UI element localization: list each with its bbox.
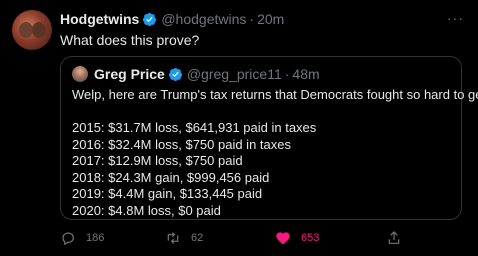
author-avatar[interactable] xyxy=(12,10,52,50)
quoted-text-line: 2015: $31.7M loss, $641,931 paid in taxe… xyxy=(72,120,317,135)
quoted-text-line: 2016: $32.4M loss, $750 paid in taxes xyxy=(72,136,291,152)
quoted-text-line: 2017: $12.9M loss, $750 paid xyxy=(72,153,243,168)
header-separator: · xyxy=(249,11,255,27)
reply-button[interactable]: 186 xyxy=(60,230,104,246)
more-options-button[interactable]: ··· xyxy=(447,10,464,26)
quoted-text-line: 2018: $24.3M gain, $999,456 paid xyxy=(72,169,270,185)
heart-icon xyxy=(276,232,290,245)
retweet-button[interactable]: 62 xyxy=(165,230,203,246)
tweet-timestamp[interactable]: 20m xyxy=(257,11,284,27)
quoted-author-avatar[interactable] xyxy=(72,66,88,82)
quoted-text-line: 2020: $4.8M loss, $0 paid xyxy=(72,202,221,218)
quoted-header-separator: · xyxy=(284,66,290,82)
quoted-tweet-text: Welp, here are Trump's tax returns that … xyxy=(72,87,478,219)
verified-badge-icon xyxy=(168,67,182,81)
tweet[interactable]: Hodgetwins @hodgetwins · 20m ··· What do… xyxy=(0,0,478,256)
quoted-author-name[interactable]: Greg Price xyxy=(94,66,165,82)
quoted-tweet-timestamp[interactable]: 48m xyxy=(292,66,319,82)
quoted-text-line xyxy=(72,104,478,121)
reply-count: 186 xyxy=(86,232,105,244)
author-name[interactable]: Hodgetwins xyxy=(60,11,139,27)
quoted-author-handle[interactable]: @greg_price11 xyxy=(187,66,282,82)
quoted-tweet[interactable]: Greg Price @greg_price11 · 48m Welp, her… xyxy=(60,56,478,220)
quoted-tweet-header: Greg Price @greg_price11 · 48m xyxy=(94,66,320,82)
author-handle[interactable]: @hodgetwins xyxy=(161,11,246,27)
reply-icon xyxy=(62,232,74,246)
quoted-text-line: Welp, here are Trump's tax returns that … xyxy=(72,87,478,102)
retweet-icon xyxy=(167,232,179,244)
tweet-header: Hodgetwins @hodgetwins · 20m xyxy=(60,11,284,27)
tweet-text: What does this prove? xyxy=(60,32,200,48)
share-button[interactable] xyxy=(386,230,412,246)
share-icon xyxy=(388,231,400,244)
quoted-text-line: 2019: $4.4M gain, $133,445 paid xyxy=(72,186,263,201)
verified-badge-icon xyxy=(143,12,157,26)
retweet-count: 62 xyxy=(191,232,204,244)
tweet-actions: 186 62 653 xyxy=(60,230,462,250)
like-count: 653 xyxy=(301,232,320,244)
like-button[interactable]: 653 xyxy=(275,230,319,246)
